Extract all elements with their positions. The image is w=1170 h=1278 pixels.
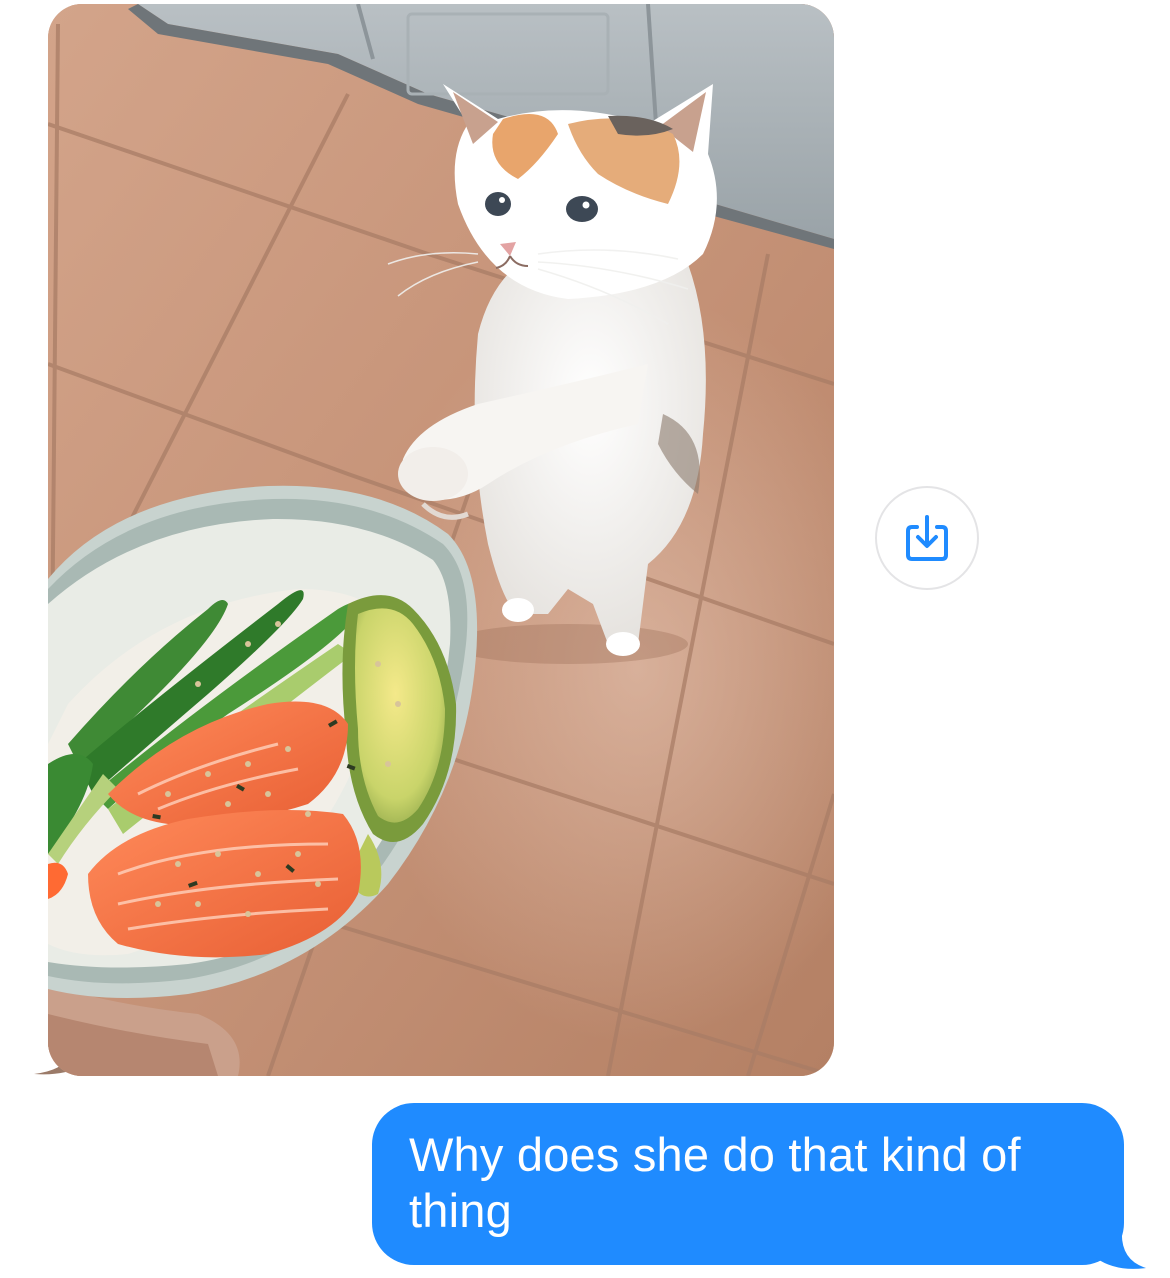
outgoing-message-bubble[interactable]: Why does she do that kind of thing: [372, 1103, 1124, 1265]
save-photo-button[interactable]: [875, 486, 979, 590]
incoming-photo-message[interactable]: [34, 4, 834, 1076]
outgoing-bubble-tail: [1096, 1230, 1146, 1269]
cat-photo[interactable]: [48, 4, 834, 1076]
save-to-device-icon: [906, 515, 948, 561]
outgoing-message-text: Why does she do that kind of thing: [409, 1128, 1021, 1237]
